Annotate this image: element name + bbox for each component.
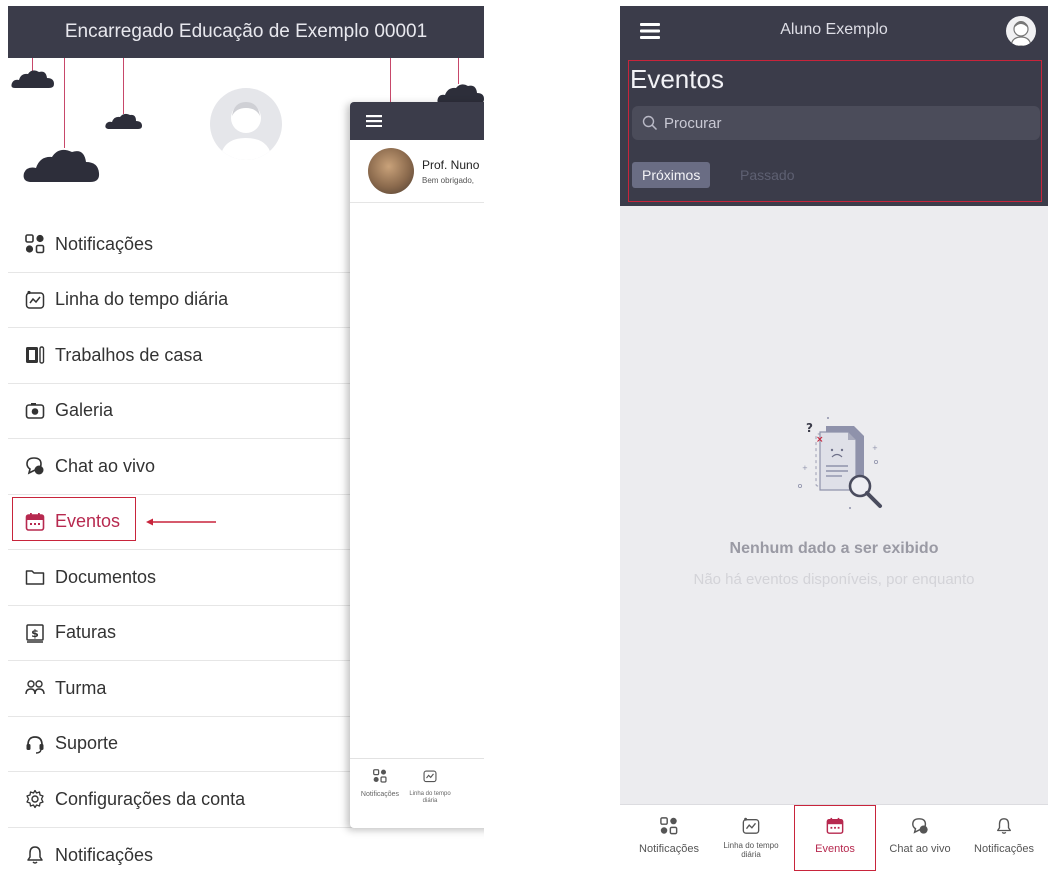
cloud-string (64, 58, 65, 148)
menu-item-label: Chat ao vivo (55, 455, 156, 476)
svg-text:+: + (872, 444, 878, 452)
tab-label: Linha do tempo diária (723, 841, 779, 859)
highlight-box (794, 805, 876, 871)
tab-label: Chat ao vivo (889, 843, 951, 855)
camera-icon (24, 400, 46, 422)
bell-icon (997, 818, 1011, 834)
apps-grid-icon (660, 817, 678, 835)
timeline-chart-icon (24, 289, 46, 311)
tab-notificacoes[interactable]: Notificações (626, 805, 712, 872)
guardian-name: Encarregado Educação de Exemplo 00001 (64, 21, 428, 42)
timeline-chart-icon (742, 817, 760, 834)
preview-tab-notificacoes[interactable]: Notificações (358, 769, 402, 799)
chat-contact-name: Prof. Nuno (422, 157, 480, 172)
menu-item-label: Turma (55, 677, 107, 698)
preview-topbar (350, 102, 484, 140)
bell-icon (24, 844, 46, 866)
chat-bubble-icon (24, 455, 46, 477)
person-icon (220, 102, 272, 160)
svg-text:?: ? (806, 421, 813, 435)
events-screen: Aluno Exemplo Eventos Próximos Passado ?… (620, 6, 1048, 872)
preview-tab-linha-do-tempo[interactable]: Linha do tempo diária (408, 769, 452, 805)
chat-bubble-icon (912, 818, 928, 834)
events-header: Eventos Próximos Passado (620, 58, 1048, 206)
menu-item-label: Linha do tempo diária (55, 289, 229, 310)
search-input[interactable] (664, 114, 1024, 132)
top-app-bar: Aluno Exemplo (620, 6, 1048, 58)
people-icon (24, 677, 46, 699)
arrow-left-icon (146, 518, 216, 525)
user-avatar[interactable] (210, 88, 282, 160)
empty-state-title: Nenhum dado a ser exibido (729, 540, 939, 557)
headset-icon (24, 733, 46, 755)
search-icon (642, 115, 658, 131)
cloud-icon (11, 70, 54, 88)
timeline-chart-icon (423, 770, 437, 783)
tab-proximos[interactable]: Próximos (632, 162, 711, 188)
menu-item-label: Trabalhos de casa (55, 344, 203, 365)
divider (350, 202, 484, 203)
person-icon (1010, 21, 1032, 46)
drawer-menu-panel: Encarregado Educação de Exemplo 00001 No… (8, 6, 484, 872)
chat-preview-text: Bem obrigado, (422, 175, 475, 185)
cloud-string (123, 58, 124, 114)
tab-passado[interactable]: Passado (740, 162, 794, 188)
apps-grid-icon (373, 769, 387, 783)
svg-text:+: + (802, 464, 808, 472)
tab-label: Notificações (639, 843, 699, 855)
highlight-box (12, 496, 136, 541)
student-name: Aluno Exemplo (780, 21, 888, 38)
tab-notificacoes-bell[interactable]: Notificações (962, 805, 1046, 872)
preview-tab-label: Notificações (360, 791, 400, 798)
page-title: Eventos (630, 64, 724, 94)
menu-item-label: Configurações da conta (55, 788, 246, 809)
bottom-tab-bar: Notificações Linha do tempo diária Event… (620, 804, 1048, 872)
cloud-icon (105, 113, 142, 129)
svg-text:×: × (816, 435, 824, 445)
drawer-header: Encarregado Educação de Exemplo 00001 (8, 6, 484, 58)
empty-state-subtitle: Não há eventos disponíveis, por enquanto (693, 571, 975, 588)
menu-item-label: Notificações (55, 844, 154, 865)
preview-tab-bar: Notificações Linha do tempo diária (350, 758, 484, 828)
empty-state-illustration: ? × + + (797, 417, 882, 509)
tab-chat-ao-vivo[interactable]: Chat ao vivo (880, 805, 960, 872)
chat-list-item[interactable]: Prof. Nuno Bem obrigado, (368, 148, 484, 194)
svg-text:$: $ (31, 627, 39, 640)
cloud-icon (23, 149, 100, 182)
hamburger-menu-icon[interactable] (366, 115, 382, 127)
menu-item-label: Suporte (55, 733, 119, 754)
main-screen-preview[interactable]: Prof. Nuno Bem obrigado, Notificações Li… (350, 102, 484, 828)
apps-grid-icon (24, 233, 46, 255)
tab-linha-do-tempo[interactable]: Linha do tempo diária (716, 805, 786, 872)
homework-icon (24, 344, 46, 366)
menu-item-label: Galeria (55, 400, 114, 421)
folder-icon (24, 566, 46, 588)
gear-icon (24, 788, 46, 810)
menu-item-label: Faturas (55, 622, 117, 643)
preview-tab-label: Linha do tempo diária (409, 791, 451, 804)
menu-item-label: Notificações (55, 233, 154, 254)
user-avatar[interactable] (1006, 16, 1036, 46)
invoice-icon: $ (24, 622, 46, 644)
teacher-avatar (368, 148, 414, 194)
search-bar[interactable] (632, 106, 1040, 140)
menu-item-label: Documentos (55, 566, 157, 587)
menu-item-notificacoes-bell[interactable]: Notificações (8, 828, 484, 872)
cloud-string (458, 58, 459, 84)
tab-label: Notificações (974, 843, 1034, 855)
